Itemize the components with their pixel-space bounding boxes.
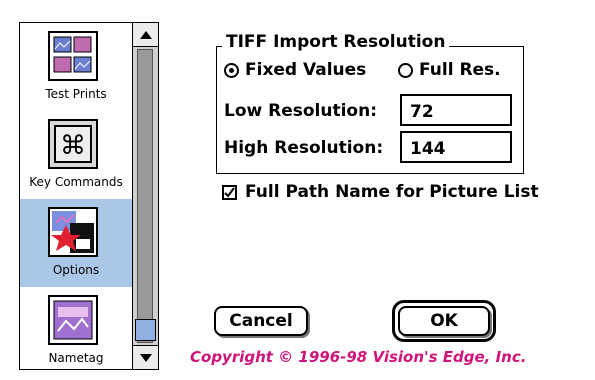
list-scrollbar[interactable] <box>132 23 158 369</box>
full-path-checkbox[interactable]: Full Path Name for Picture List <box>222 182 539 202</box>
radio-fixed-values[interactable]: Fixed Values <box>224 60 366 80</box>
list-item-label: Test Prints <box>45 87 107 101</box>
category-list: Test Prints ⌘ Key Commands Options Namet… <box>19 22 159 370</box>
test-prints-icon <box>48 31 98 81</box>
arrow-down-icon <box>139 353 152 362</box>
list-item-test-prints[interactable]: Test Prints <box>20 23 132 111</box>
scroll-down-button[interactable] <box>133 345 158 369</box>
high-resolution-label: High Resolution: <box>224 138 384 158</box>
options-icon <box>48 207 98 257</box>
radio-unselected-icon <box>398 62 413 78</box>
radio-full-res[interactable]: Full Res. <box>398 60 501 80</box>
list-item-label: Key Commands <box>29 175 123 189</box>
scroll-track[interactable] <box>137 49 153 343</box>
scroll-up-button[interactable] <box>133 23 158 47</box>
list-item-label: Nametag <box>48 351 104 365</box>
list-item-nametag[interactable]: Nametag <box>20 287 132 375</box>
radio-fixed-label: Fixed Values <box>245 60 367 80</box>
nametag-icon <box>48 295 98 345</box>
cancel-button[interactable]: Cancel <box>214 306 308 336</box>
group-title: TIFF Import Resolution <box>222 32 450 52</box>
copyright-text: Copyright © 1996-98 Vision's Edge, Inc. <box>190 348 527 366</box>
high-resolution-field[interactable]: 144 <box>400 131 512 163</box>
low-resolution-label: Low Resolution: <box>224 101 378 121</box>
scroll-thumb[interactable] <box>135 319 156 341</box>
radio-full-label: Full Res. <box>419 60 501 80</box>
full-path-label: Full Path Name for Picture List <box>245 182 539 202</box>
svg-text:⌘: ⌘ <box>60 131 86 161</box>
list-item-key-commands[interactable]: ⌘ Key Commands <box>20 111 132 199</box>
command-key-icon: ⌘ <box>48 119 98 169</box>
checkmark-icon <box>222 184 237 200</box>
ok-button[interactable]: OK <box>398 306 490 336</box>
preferences-dialog: Test Prints ⌘ Key Commands Options Namet… <box>0 0 595 380</box>
list-item-options[interactable]: Options <box>20 199 132 287</box>
low-resolution-field[interactable]: 72 <box>400 94 512 126</box>
list-item-label: Options <box>52 263 100 277</box>
radio-selected-icon <box>224 62 239 78</box>
arrow-up-icon <box>139 30 152 39</box>
